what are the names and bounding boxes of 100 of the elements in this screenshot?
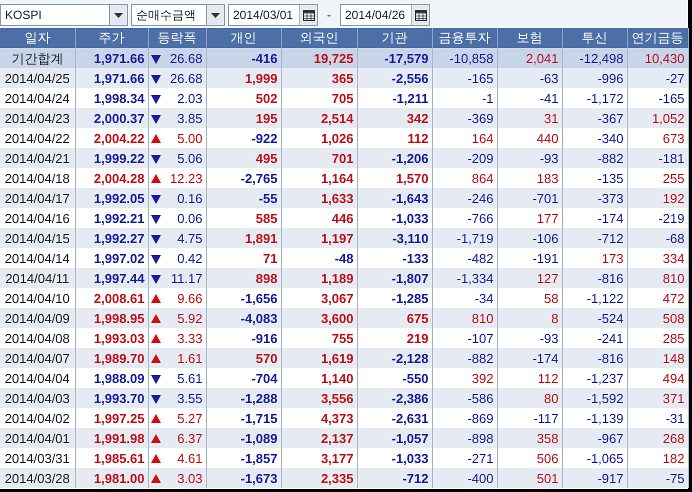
date-cell: 2014/04/11 xyxy=(0,268,75,288)
table-cell: -27 xyxy=(627,68,688,88)
date-cell: 2014/04/16 xyxy=(0,208,75,228)
table-cell: -165 xyxy=(627,88,688,108)
table-cell: 1,189 xyxy=(281,268,357,288)
date-cell: 2014/04/02 xyxy=(0,408,75,428)
table-cell: -4,083 xyxy=(206,308,281,328)
table-cell: -2,765 xyxy=(206,168,281,188)
table-cell: -107 xyxy=(432,328,497,348)
table-cell: -367 xyxy=(562,108,627,128)
table-cell: -1 xyxy=(432,88,497,108)
table-cell: 183 xyxy=(497,168,562,188)
table-cell: -41 xyxy=(497,88,562,108)
table-cell: -816 xyxy=(562,268,627,288)
table-cell: -3,110 xyxy=(357,228,432,248)
change-cell: 0.06 xyxy=(162,208,206,228)
table-cell: 371 xyxy=(627,388,688,408)
total-label: 기간합계 xyxy=(0,48,75,68)
table-cell: 80 xyxy=(497,388,562,408)
caret-icon xyxy=(211,12,220,18)
column-header: 연기금등 xyxy=(627,28,688,48)
table-cell: 506 xyxy=(497,448,562,468)
column-header: 보험 xyxy=(497,28,562,48)
date-cell: 2014/04/17 xyxy=(0,188,75,208)
start-date-field[interactable]: 2014/03/01 xyxy=(228,4,318,26)
table-cell: -1,237 xyxy=(562,368,627,388)
table-cell: 1,197 xyxy=(281,228,357,248)
table-cell: 8 xyxy=(497,308,562,328)
table-cell: 31 xyxy=(497,108,562,128)
table-cell: -75 xyxy=(627,468,688,488)
table-cell: -1,057 xyxy=(357,428,432,448)
table-cell: -996 xyxy=(562,68,627,88)
table-cell: 1,633 xyxy=(281,188,357,208)
table-cell: -416 xyxy=(206,48,281,68)
table-cell: 2,137 xyxy=(281,428,357,448)
table-cell: 675 xyxy=(357,308,432,328)
change-cell: 4.75 xyxy=(162,228,206,248)
table-cell: -1,857 xyxy=(206,448,281,468)
table-cell: -816 xyxy=(562,348,627,368)
table-cell: -133 xyxy=(357,248,432,268)
table-cell: 365 xyxy=(281,68,357,88)
table-cell: 71 xyxy=(206,248,281,268)
end-date-field[interactable]: 2014/04/26 xyxy=(340,4,430,26)
price-cell: 2,008.61 xyxy=(75,288,148,308)
table-cell: 255 xyxy=(627,168,688,188)
table-cell: -917 xyxy=(562,468,627,488)
date-cell: 2014/04/22 xyxy=(0,128,75,148)
column-header: 일자 xyxy=(0,28,75,48)
table-cell: 2,335 xyxy=(281,468,357,488)
table-cell: 19,725 xyxy=(281,48,357,68)
table-cell: 195 xyxy=(206,108,281,128)
price-cell: 2,004.28 xyxy=(75,168,148,188)
table-cell: -246 xyxy=(432,188,497,208)
column-header: 기관 xyxy=(357,28,432,48)
table-cell: -31 xyxy=(627,408,688,428)
table-cell: 127 xyxy=(497,268,562,288)
table-cell: 570 xyxy=(206,348,281,368)
table-cell: -209 xyxy=(432,148,497,168)
table-cell: -916 xyxy=(206,328,281,348)
change-cell: 12.23 xyxy=(162,168,206,188)
measure-dropdown[interactable]: 순매수금액 xyxy=(131,4,225,26)
table-cell: 705 xyxy=(281,88,357,108)
table-cell: 1,999 xyxy=(206,68,281,88)
table-cell: 219 xyxy=(357,328,432,348)
change-cell: 0.42 xyxy=(162,248,206,268)
table-cell: -373 xyxy=(562,188,627,208)
date-cell: 2014/03/28 xyxy=(0,468,75,488)
table-cell: 585 xyxy=(206,208,281,228)
price-cell: 1,992.27 xyxy=(75,228,148,248)
column-header: 주가 xyxy=(75,28,148,48)
table-cell: -2,631 xyxy=(357,408,432,428)
table-cell: -165 xyxy=(432,68,497,88)
table-cell: 177 xyxy=(497,208,562,228)
table-cell: -1,807 xyxy=(357,268,432,288)
table-cell: -898 xyxy=(432,428,497,448)
calendar-icon xyxy=(414,10,426,20)
table-cell: 3,067 xyxy=(281,288,357,308)
price-cell: 1,993.03 xyxy=(75,328,148,348)
table-cell: -369 xyxy=(432,108,497,128)
change-cell: 5.92 xyxy=(162,308,206,328)
date-cell: 2014/04/14 xyxy=(0,248,75,268)
date-cell: 2014/04/15 xyxy=(0,228,75,248)
table-cell: 112 xyxy=(497,368,562,388)
table-cell: -117 xyxy=(497,408,562,428)
table-cell: 1,026 xyxy=(281,128,357,148)
price-cell: 1,998.34 xyxy=(75,88,148,108)
price-cell: 1,993.70 xyxy=(75,388,148,408)
table-cell: -219 xyxy=(627,208,688,228)
table-cell: -1,033 xyxy=(357,208,432,228)
table-cell: -1,719 xyxy=(432,228,497,248)
table-cell: 440 xyxy=(497,128,562,148)
change-cell: 3.55 xyxy=(162,388,206,408)
table-cell: -68 xyxy=(627,228,688,248)
table-cell: 285 xyxy=(627,328,688,348)
market-dropdown[interactable]: KOSPI xyxy=(0,4,128,26)
table-cell: -93 xyxy=(497,328,562,348)
table-cell: -174 xyxy=(497,348,562,368)
table-cell: -63 xyxy=(497,68,562,88)
table-cell: 3,556 xyxy=(281,388,357,408)
table-cell: 1,164 xyxy=(281,168,357,188)
